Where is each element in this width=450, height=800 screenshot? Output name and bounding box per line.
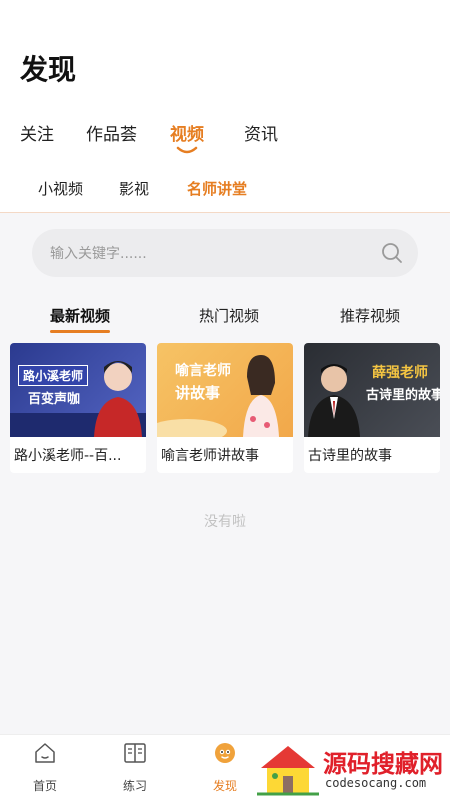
video-card[interactable]: 路小溪老师 百变声咖 路小溪老师--百... — [10, 343, 146, 473]
video-tab-indicator — [50, 330, 111, 333]
video-thumbnail: 薛强老师 古诗里的故事 — [304, 343, 440, 437]
video-tab-latest-label: 最新视频 — [50, 307, 111, 325]
video-thumbnail: 路小溪老师 百变声咖 — [10, 343, 146, 437]
main-tab-bar: 关注 作品荟 视频 资讯 — [0, 120, 450, 160]
watermark-url: codesocang.com — [325, 776, 427, 790]
search-placeholder: 输入关键字...... — [50, 246, 147, 262]
thumb-caption-1: 路小溪老师 — [18, 365, 89, 386]
search-icon[interactable] — [380, 241, 404, 265]
nav-home-label: 首页 — [32, 779, 57, 793]
video-card[interactable]: 薛强老师 古诗里的故事 古诗里的故事 — [304, 343, 440, 473]
sub-tab-bar: 小视频 影视 名师讲堂 — [0, 178, 450, 208]
subtab-movies[interactable]: 影视 — [119, 178, 149, 199]
nav-practice-label: 练习 — [122, 779, 147, 793]
discover-icon — [215, 743, 235, 763]
video-title: 古诗里的故事 — [308, 448, 392, 464]
video-card[interactable]: 喻言老师 讲故事 喻言老师讲故事 — [157, 343, 293, 473]
page-title: 发现 — [20, 53, 77, 86]
tab-active-indicator — [176, 146, 198, 154]
video-tab-hot[interactable]: 热门视频 — [199, 305, 259, 326]
thumb-caption-2: 古诗里的故事 — [366, 388, 440, 403]
thumb-caption-2: 讲故事 — [175, 384, 221, 402]
tab-video[interactable]: 视频 — [170, 120, 204, 154]
video-tab-latest[interactable]: 最新视频 — [50, 305, 111, 333]
subtab-short-video[interactable]: 小视频 — [38, 178, 83, 199]
house-logo-icon — [257, 746, 319, 796]
empty-state-text: 没有啦 — [204, 514, 246, 530]
video-title: 喻言老师讲故事 — [161, 448, 259, 464]
watermark-title: 源码搜藏网 — [323, 750, 443, 778]
tab-video-label: 视频 — [170, 125, 204, 145]
search-input[interactable]: 输入关键字...... — [32, 229, 418, 277]
nav-practice[interactable]: 练习 — [90, 735, 180, 800]
subtab-famous-teacher[interactable]: 名师讲堂 — [187, 178, 247, 199]
home-icon — [35, 743, 55, 763]
thumb-caption-1: 薛强老师 — [372, 365, 428, 381]
tab-follow[interactable]: 关注 — [20, 120, 54, 145]
tab-works[interactable]: 作品荟 — [86, 120, 137, 145]
nav-home[interactable]: 首页 — [0, 735, 90, 800]
content-area: 输入关键字...... 最新视频 热门视频 推荐视频 路小溪老师 百变声咖 路小… — [0, 212, 450, 734]
thumb-caption-2: 百变声咖 — [28, 392, 81, 407]
watermark: 源码搜藏网 codesocang.com — [255, 742, 450, 800]
tab-news[interactable]: 资讯 — [244, 120, 278, 145]
video-title: 路小溪老师--百... — [14, 448, 122, 464]
book-icon — [124, 743, 146, 763]
video-tab-recommended[interactable]: 推荐视频 — [340, 305, 400, 326]
thumb-caption-1: 喻言老师 — [175, 363, 231, 379]
video-thumbnail: 喻言老师 讲故事 — [157, 343, 293, 437]
video-tab-bar: 最新视频 热门视频 推荐视频 — [0, 305, 450, 337]
